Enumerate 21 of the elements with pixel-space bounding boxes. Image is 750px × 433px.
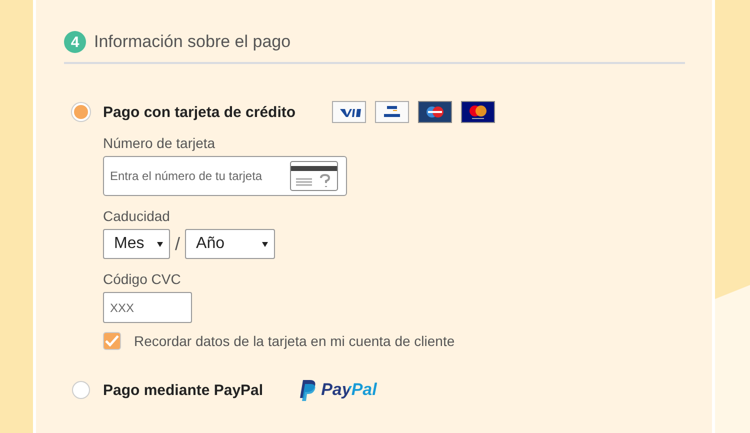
radio-button[interactable] (72, 381, 90, 399)
payment-option-label[interactable]: Pago con tarjeta de crédito (103, 104, 296, 120)
checkbox[interactable] (103, 332, 121, 350)
mastercard-card-icon (460, 101, 495, 123)
checkbox-label[interactable]: Recordar datos de la tarjeta en mi cuenta de cliente (134, 333, 455, 349)
field-label: Número de tarjeta (103, 135, 216, 151)
field-label: Caducidad (103, 208, 170, 224)
month-select[interactable]: Mes (103, 229, 170, 259)
card-icon (290, 161, 338, 191)
section-title: Información sobre el pago (94, 32, 291, 52)
caret-icon (157, 242, 163, 246)
field-label: Código CVC (103, 271, 181, 287)
separator-text: / (175, 234, 180, 254)
payment-option-label[interactable]: Pago mediante PayPal (103, 382, 264, 398)
paypal-logo-icon (299, 380, 318, 400)
step-number: 4 (64, 31, 86, 53)
cvc-field[interactable]: XXX (103, 292, 192, 323)
maestro-card-icon (418, 101, 452, 123)
caret-icon (262, 242, 268, 246)
paypal-logo-text: PayPal (321, 380, 377, 400)
year-select[interactable]: Año (185, 229, 276, 259)
